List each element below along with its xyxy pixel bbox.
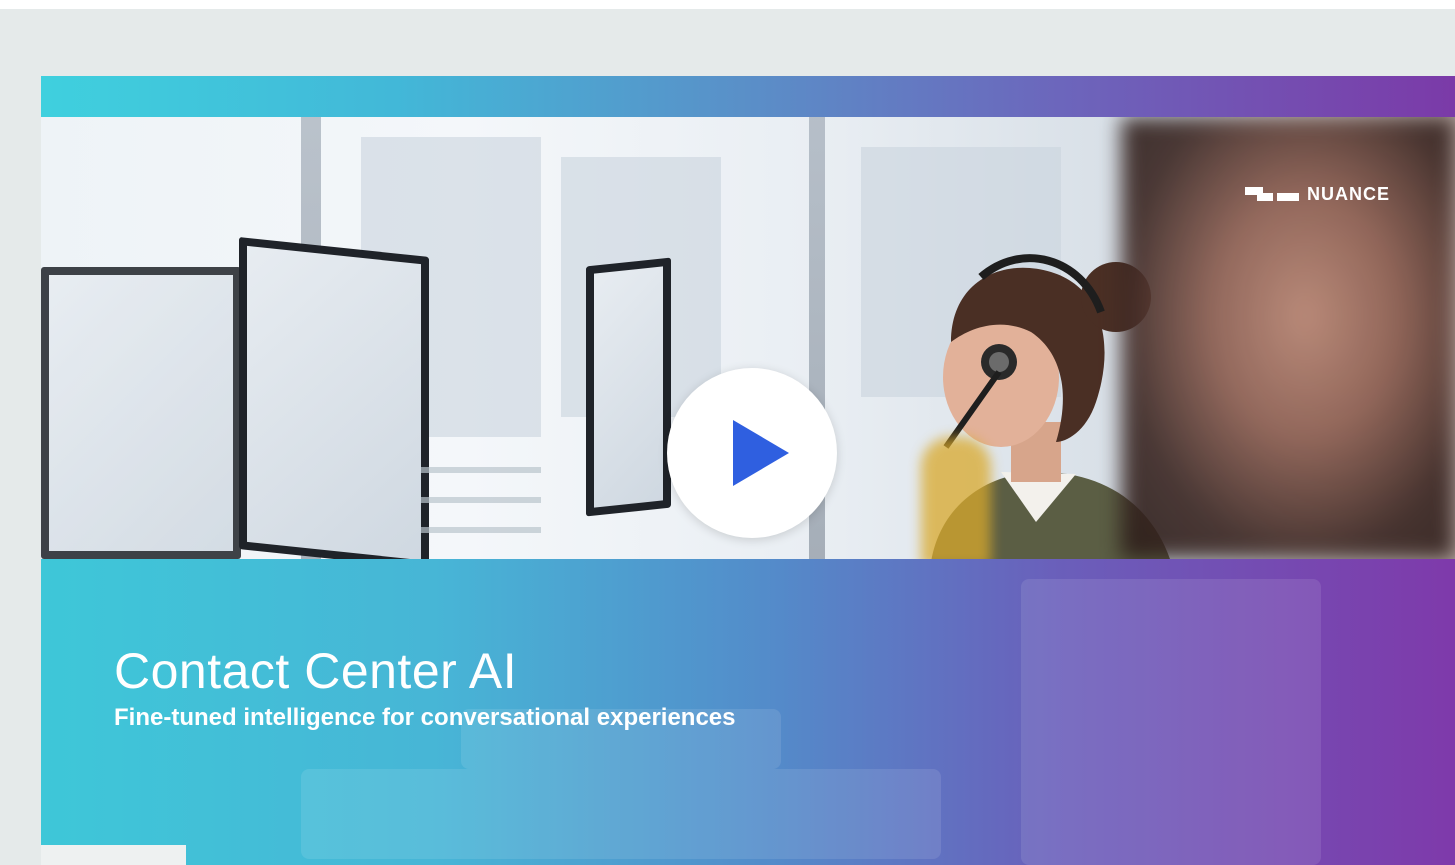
nuance-logo: NUANCE — [1243, 179, 1390, 209]
page: NUANCE Contact Center AI Fine-tuned inte… — [0, 0, 1455, 865]
background-coworker — [921, 437, 991, 559]
computer-monitor — [239, 237, 429, 559]
computer-monitor — [41, 267, 241, 559]
video-subtitle: Fine-tuned intelligence for conversation… — [114, 704, 736, 731]
brand-name: NUANCE — [1307, 183, 1391, 204]
background-figure — [1021, 579, 1321, 865]
nuance-logo-icon — [1245, 187, 1299, 201]
play-button[interactable] — [667, 368, 837, 538]
desk-rail — [421, 497, 541, 503]
video-player[interactable]: NUANCE Contact Center AI Fine-tuned inte… — [41, 76, 1455, 865]
video-title: Contact Center AI — [114, 643, 518, 699]
video-top-gradient-bar — [41, 76, 1455, 117]
top-strip — [0, 0, 1455, 9]
desk-rail — [421, 467, 541, 473]
computer-monitor — [586, 257, 671, 517]
page-corner-tab — [41, 845, 186, 865]
background-desk — [301, 769, 941, 859]
play-icon — [733, 420, 789, 486]
desk-rail — [421, 527, 541, 533]
